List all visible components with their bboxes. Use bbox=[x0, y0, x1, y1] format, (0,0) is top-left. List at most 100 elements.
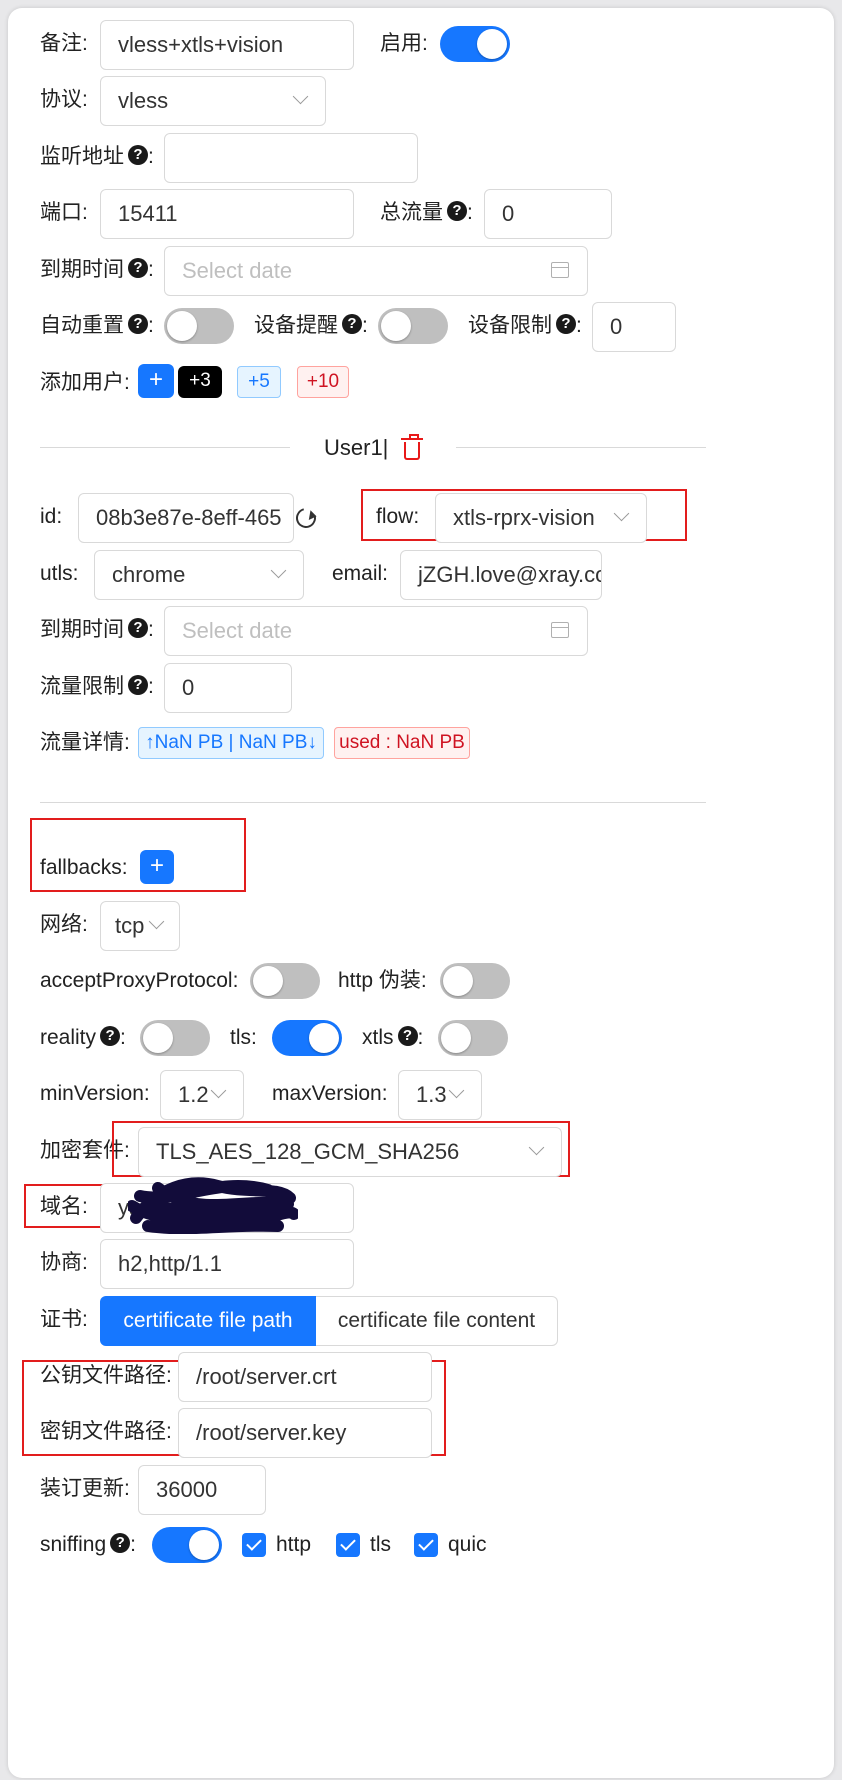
add-user-button[interactable]: + bbox=[138, 364, 174, 398]
help-icon[interactable]: ? bbox=[100, 1026, 121, 1047]
max-version-select[interactable]: 1.3 bbox=[398, 1070, 482, 1120]
sniffing-switch[interactable] bbox=[152, 1527, 222, 1563]
expiry-label: 到期时间?: bbox=[40, 258, 154, 281]
total-traffic-label: 总流量?: bbox=[380, 201, 473, 224]
traffic-limit-label: 流量限制?: bbox=[40, 675, 154, 698]
traffic-used-tag: used : NaN PB bbox=[334, 727, 470, 759]
port-label: 端口: bbox=[40, 201, 88, 224]
private-key-label: 密钥文件路径: bbox=[40, 1420, 172, 1443]
sniff-http-checkbox[interactable] bbox=[242, 1533, 266, 1557]
email-input[interactable]: jZGH.love@xray.co bbox=[400, 550, 602, 600]
refresh-icon[interactable] bbox=[292, 504, 320, 532]
traffic-detail-label: 流量详情: bbox=[40, 731, 130, 754]
protocol-value: vless bbox=[118, 88, 169, 113]
traffic-limit-input[interactable]: 0 bbox=[164, 663, 292, 713]
tab-cert-file-path[interactable]: certificate file path bbox=[100, 1296, 316, 1346]
user-id-input[interactable]: 08b3e87e-8eff-465 bbox=[78, 493, 294, 543]
reality-label: reality?: bbox=[40, 1026, 126, 1049]
help-icon[interactable]: ? bbox=[128, 258, 148, 279]
reality-switch[interactable] bbox=[140, 1020, 210, 1056]
cipher-value: TLS_AES_128_GCM_SHA256 bbox=[156, 1139, 460, 1164]
total-traffic-input[interactable]: 0 bbox=[484, 189, 612, 239]
device-limit-input[interactable]: 0 bbox=[592, 302, 676, 352]
email-label: email: bbox=[332, 562, 389, 585]
port-input[interactable]: 15411 bbox=[100, 189, 354, 239]
divider bbox=[40, 447, 290, 448]
delete-user-icon[interactable] bbox=[401, 434, 423, 460]
help-icon[interactable]: ? bbox=[128, 675, 148, 696]
sniff-tls-checkbox[interactable] bbox=[336, 1533, 360, 1557]
sniffing-label: sniffing?: bbox=[40, 1533, 137, 1556]
accept-proxy-switch[interactable] bbox=[250, 963, 320, 999]
chevron-down-icon bbox=[210, 1082, 227, 1099]
utls-select[interactable]: chrome bbox=[94, 550, 304, 600]
listen-input[interactable] bbox=[164, 133, 418, 183]
chevron-down-icon bbox=[292, 88, 309, 105]
network-label: 网络: bbox=[40, 913, 88, 936]
enable-switch[interactable] bbox=[440, 26, 510, 62]
expiry-date-picker[interactable]: Select date bbox=[164, 246, 588, 296]
divider bbox=[40, 802, 706, 803]
help-icon[interactable]: ? bbox=[556, 314, 576, 335]
add-10-users-button[interactable]: +10 bbox=[297, 366, 349, 398]
help-icon[interactable]: ? bbox=[128, 145, 148, 166]
flow-select[interactable]: xtls-rprx-vision bbox=[435, 493, 647, 543]
chevron-down-icon bbox=[448, 1082, 465, 1099]
reload-input[interactable]: 36000 bbox=[138, 1465, 266, 1515]
user-expiry-date-picker[interactable]: Select date bbox=[164, 606, 588, 656]
min-version-value: 1.2 bbox=[178, 1082, 209, 1107]
chevron-down-icon bbox=[270, 562, 287, 579]
remark-input[interactable]: vless+xtls+vision bbox=[100, 20, 354, 70]
device-alert-label: 设备提醒?: bbox=[254, 314, 368, 337]
user-id-label: id: bbox=[40, 505, 63, 528]
domain-label: 域名: bbox=[40, 1195, 88, 1218]
fallbacks-label: fallbacks: bbox=[40, 856, 128, 879]
alpn-input[interactable]: h2,http/1.1 bbox=[100, 1239, 354, 1289]
sniff-quic-label: quic bbox=[448, 1533, 487, 1556]
private-key-input[interactable]: /root/server.key bbox=[178, 1408, 432, 1458]
add-fallback-button[interactable]: + bbox=[140, 850, 174, 884]
redaction-scribble bbox=[128, 1177, 298, 1234]
help-icon[interactable]: ? bbox=[397, 1026, 418, 1047]
auto-reset-label: 自动重置?: bbox=[40, 314, 154, 337]
xtls-switch[interactable] bbox=[438, 1020, 508, 1056]
tls-switch[interactable] bbox=[272, 1020, 342, 1056]
auto-reset-switch[interactable] bbox=[164, 308, 234, 344]
min-version-label: minVersion: bbox=[40, 1082, 150, 1105]
public-key-input[interactable]: /root/server.crt bbox=[178, 1352, 432, 1402]
device-alert-switch[interactable] bbox=[378, 308, 448, 344]
help-icon[interactable]: ? bbox=[128, 618, 148, 639]
utls-label: utls: bbox=[40, 562, 79, 585]
max-version-label: maxVersion: bbox=[272, 1082, 388, 1105]
chevron-down-icon bbox=[528, 1139, 545, 1156]
help-icon[interactable]: ? bbox=[342, 314, 362, 335]
sniff-quic-checkbox[interactable] bbox=[414, 1533, 438, 1557]
protocol-select[interactable]: vless bbox=[100, 76, 326, 126]
tls-label: tls: bbox=[230, 1026, 257, 1049]
help-icon[interactable]: ? bbox=[128, 314, 148, 335]
remark-label: 备注: bbox=[40, 32, 88, 55]
add-3-users-button[interactable]: +3 bbox=[178, 366, 222, 398]
min-version-select[interactable]: 1.2 bbox=[160, 1070, 244, 1120]
device-limit-label: 设备限制?: bbox=[468, 314, 582, 337]
help-icon[interactable]: ? bbox=[110, 1533, 131, 1554]
user-expiry-label: 到期时间?: bbox=[40, 618, 154, 641]
help-icon[interactable]: ? bbox=[447, 201, 467, 222]
enable-label: 启用: bbox=[380, 32, 428, 55]
network-select[interactable]: tcp bbox=[100, 901, 180, 951]
cert-label: 证书: bbox=[40, 1308, 88, 1331]
add-5-users-button[interactable]: +5 bbox=[237, 366, 281, 398]
max-version-value: 1.3 bbox=[416, 1082, 447, 1107]
calendar-icon bbox=[551, 622, 569, 638]
utls-value: chrome bbox=[112, 562, 186, 587]
chevron-down-icon bbox=[148, 913, 165, 930]
traffic-updown-tag: ↑NaN PB | NaN PB↓ bbox=[138, 727, 324, 759]
accept-proxy-label: acceptProxyProtocol: bbox=[40, 969, 239, 992]
public-key-label: 公钥文件路径: bbox=[40, 1364, 172, 1387]
sniff-tls-label: tls bbox=[370, 1533, 391, 1556]
http-camouflage-label: http 伪装: bbox=[338, 969, 427, 992]
inbound-form-card: 备注: vless+xtls+vision 启用: 协议: vless 监听地址… bbox=[8, 8, 834, 1778]
alpn-label: 协商: bbox=[40, 1251, 88, 1274]
tab-cert-file-content[interactable]: certificate file content bbox=[316, 1296, 558, 1346]
http-camouflage-switch[interactable] bbox=[440, 963, 510, 999]
